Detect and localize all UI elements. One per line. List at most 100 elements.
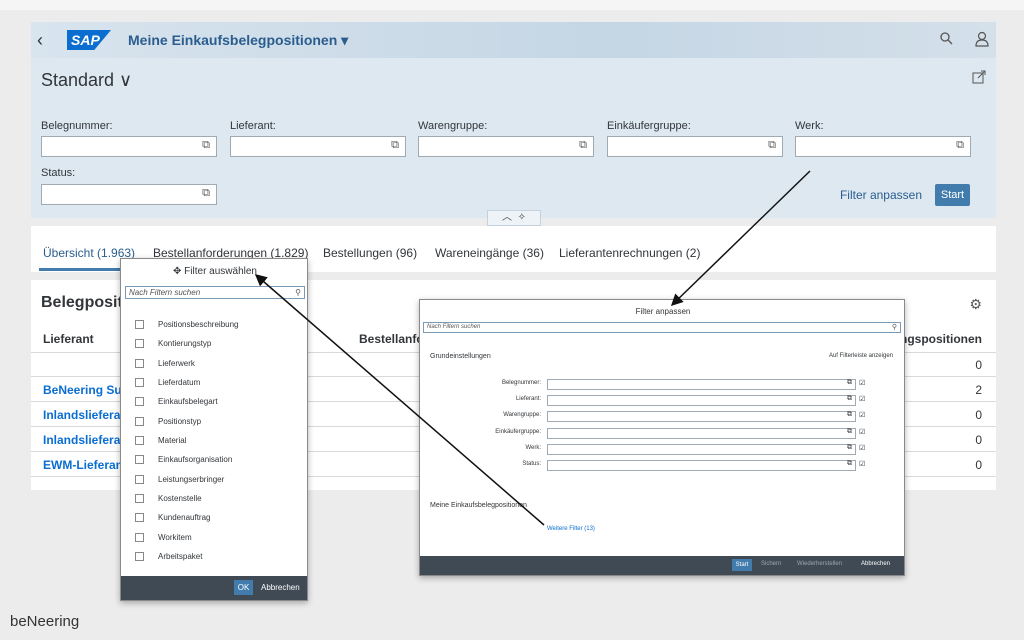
search-icon[interactable] xyxy=(939,31,953,48)
value-help-icon[interactable]: ⧉ xyxy=(847,460,852,468)
checkbox[interactable] xyxy=(135,359,144,369)
werk-input[interactable]: ⧉ xyxy=(795,136,971,157)
value-help-icon[interactable]: ⧉ xyxy=(847,395,852,403)
checkbox[interactable] xyxy=(135,436,144,446)
header-collapse-pin[interactable]: ︿ ✧ xyxy=(487,210,541,226)
checkbox-checked[interactable]: ☑ xyxy=(859,395,865,403)
cancel-button[interactable]: Abbrechen xyxy=(261,583,300,592)
start-button[interactable]: Start xyxy=(935,184,970,206)
checkbox-checked[interactable]: ☑ xyxy=(859,444,865,452)
checkbox-checked[interactable]: ☑ xyxy=(859,428,865,436)
tab-lieferantenrechnungen[interactable]: Lieferantenrechnungen (2) xyxy=(559,246,700,260)
field-input[interactable]: ⧉ xyxy=(547,460,856,471)
field-input[interactable]: ⧉ xyxy=(547,444,856,455)
value-help-icon[interactable]: ⧉ xyxy=(202,139,210,152)
checkbox[interactable] xyxy=(135,455,144,465)
cancel-button[interactable]: Abbrechen xyxy=(861,561,890,567)
restore-button[interactable]: Wiederherstellen xyxy=(797,561,842,567)
row-value: 0 xyxy=(975,433,982,447)
row-lieferant-link[interactable]: Inlandslieferant xyxy=(43,433,132,447)
back-icon[interactable]: ‹ xyxy=(37,30,43,51)
status-input[interactable]: ⧉ xyxy=(41,184,217,205)
filter-option[interactable]: Lieferwerk xyxy=(135,359,195,369)
row-value: 0 xyxy=(975,458,982,472)
einkaeufergruppe-input[interactable]: ⧉ xyxy=(607,136,783,157)
checkbox[interactable] xyxy=(135,339,144,349)
checkbox[interactable] xyxy=(135,494,144,504)
checkbox[interactable] xyxy=(135,513,144,523)
field-input[interactable]: ⧉ xyxy=(547,428,856,439)
ok-button[interactable]: OK xyxy=(234,580,253,595)
more-filters-link[interactable]: Weitere Filter (13) xyxy=(547,526,595,532)
field-label: Lieferant: xyxy=(515,396,541,402)
row-lieferant-link[interactable]: Inlandslieferant xyxy=(43,408,132,422)
value-help-icon[interactable]: ⧉ xyxy=(202,187,210,200)
belegnummer-input[interactable]: ⧉ xyxy=(41,136,217,157)
field-input[interactable]: ⧉ xyxy=(547,411,856,422)
value-help-icon[interactable]: ⧉ xyxy=(391,139,399,152)
warengruppe-input[interactable]: ⧉ xyxy=(418,136,594,157)
value-help-icon[interactable]: ⧉ xyxy=(579,139,587,152)
value-help-icon[interactable]: ⧉ xyxy=(956,139,964,152)
col-header-lieferant: Lieferant xyxy=(43,332,94,346)
lieferant-input[interactable]: ⧉ xyxy=(230,136,406,157)
gear-icon[interactable]: ⚙ xyxy=(969,296,982,313)
checkbox-checked[interactable]: ☑ xyxy=(859,460,865,468)
field-label: Werk: xyxy=(525,445,541,451)
filter-search-input[interactable]: Nach Filtern suchen ⚲ xyxy=(125,286,305,299)
row-value: 0 xyxy=(975,408,982,422)
filter-option[interactable]: Arbeitspaket xyxy=(135,552,202,562)
filter-option[interactable]: Leistungserbringer xyxy=(135,475,224,485)
user-icon[interactable] xyxy=(975,31,989,50)
start-button[interactable]: Start xyxy=(732,559,752,571)
app-title[interactable]: Meine Einkaufsbelegpositionen ▾ xyxy=(128,32,348,49)
search-icon[interactable]: ⚲ xyxy=(892,323,897,332)
save-button[interactable]: Sichern xyxy=(761,561,781,567)
checkbox[interactable] xyxy=(135,417,144,427)
share-icon[interactable] xyxy=(972,70,986,87)
filter-option[interactable]: Einkaufsorganisation xyxy=(135,455,232,465)
checkbox[interactable] xyxy=(135,320,144,330)
active-tab-indicator xyxy=(39,268,129,271)
filter-search-input[interactable]: Nach Filtern suchen ⚲ xyxy=(423,322,901,333)
checkbox[interactable] xyxy=(135,397,144,407)
move-icon[interactable]: ✥ xyxy=(173,266,181,277)
field-input[interactable]: ⧉ xyxy=(547,379,856,390)
value-help-icon[interactable]: ⧉ xyxy=(847,379,852,387)
filter-option[interactable]: Einkaufsbelegart xyxy=(135,397,218,407)
dialog-footer: Start Sichern Wiederherstellen Abbrechen xyxy=(420,556,904,575)
value-help-icon[interactable]: ⧉ xyxy=(768,139,776,152)
field-label: Status: xyxy=(522,461,541,467)
filter-option[interactable]: Positionsbeschreibung xyxy=(135,320,239,330)
sap-logo: SAP xyxy=(67,30,111,50)
filter-option[interactable]: Workitem xyxy=(135,533,192,543)
search-icon[interactable]: ⚲ xyxy=(295,287,301,298)
field-label: Warengruppe: xyxy=(503,412,541,418)
checkbox-checked[interactable]: ☑ xyxy=(859,411,865,419)
checkbox[interactable] xyxy=(135,378,144,388)
checkbox[interactable] xyxy=(135,533,144,543)
filter-label-status: Status: xyxy=(41,167,76,179)
filter-option[interactable]: Material xyxy=(135,436,186,446)
variant-selector[interactable]: Standard ∨ xyxy=(41,70,132,91)
checkbox[interactable] xyxy=(135,552,144,562)
field-input[interactable]: ⧉ xyxy=(547,395,856,406)
tab-wareneingaenge[interactable]: Wareneingänge (36) xyxy=(435,246,544,260)
checkbox[interactable] xyxy=(135,475,144,485)
filter-label-belegnummer: Belegnummer: xyxy=(41,120,113,132)
value-help-icon[interactable]: ⧉ xyxy=(847,428,852,436)
tab-bestellungen[interactable]: Bestellungen (96) xyxy=(323,246,417,260)
popup-title: ✥ Filter auswählen xyxy=(173,266,257,277)
filter-adjust-link[interactable]: Filter anpassen xyxy=(840,188,922,202)
shell-bar: ‹ SAP Meine Einkaufsbelegpositionen ▾ xyxy=(31,22,996,58)
checkbox-checked[interactable]: ☑ xyxy=(859,379,865,387)
filter-label-werk: Werk: xyxy=(795,120,824,132)
filter-option[interactable]: Kontierungstyp xyxy=(135,339,211,349)
filter-option[interactable]: Positionstyp xyxy=(135,417,201,427)
filter-option[interactable]: Kostenstelle xyxy=(135,494,202,504)
value-help-icon[interactable]: ⧉ xyxy=(847,444,852,452)
filter-option[interactable]: Lieferdatum xyxy=(135,378,200,388)
value-help-icon[interactable]: ⧉ xyxy=(847,411,852,419)
filter-option[interactable]: Kundenauftrag xyxy=(135,513,211,523)
top-strip xyxy=(0,0,1024,10)
